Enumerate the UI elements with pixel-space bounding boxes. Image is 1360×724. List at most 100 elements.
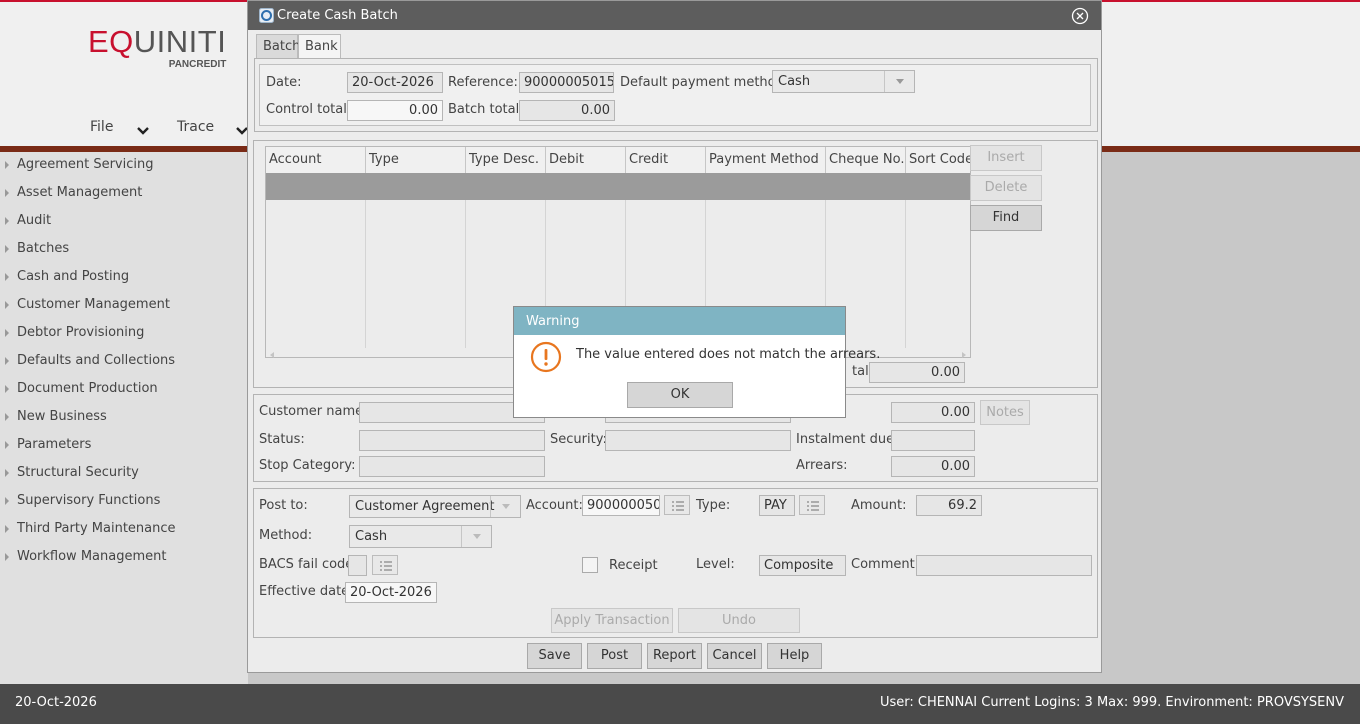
- method-select[interactable]: Cash: [349, 525, 492, 548]
- caret-right-icon: [5, 245, 9, 253]
- scroll-right-icon[interactable]: [960, 351, 968, 359]
- sidebar-item-supervisory-functions[interactable]: Supervisory Functions: [0, 488, 248, 516]
- batch-total-field: 0.00: [519, 100, 615, 121]
- default-payment-method-select[interactable]: Cash: [772, 70, 915, 93]
- report-button[interactable]: Report: [647, 643, 702, 669]
- chevron-down-icon[interactable]: [136, 122, 150, 140]
- type-field[interactable]: PAY: [759, 495, 795, 516]
- help-button[interactable]: Help: [767, 643, 822, 669]
- insert-button[interactable]: Insert: [970, 145, 1042, 171]
- arrears-field: 0.00: [891, 456, 975, 477]
- post-to-select[interactable]: Customer Agreement: [349, 495, 521, 518]
- sidebar-item-cash-and-posting[interactable]: Cash and Posting: [0, 264, 248, 292]
- save-button[interactable]: Save: [527, 643, 582, 669]
- receipt-checkbox[interactable]: [582, 557, 598, 573]
- dialog-titlebar[interactable]: Create Cash Batch: [248, 1, 1101, 30]
- notes-button[interactable]: Notes: [980, 400, 1030, 425]
- column-header-type[interactable]: Type: [366, 147, 466, 173]
- bacs-lookup-button[interactable]: [372, 555, 398, 575]
- ok-button[interactable]: OK: [627, 382, 733, 408]
- sidebar-item-label: Cash and Posting: [17, 269, 130, 284]
- bacs-fail-code-field[interactable]: [348, 555, 367, 576]
- stop-category-field: [359, 456, 545, 477]
- grid-column-divider: [465, 200, 466, 348]
- chevron-down-icon[interactable]: [884, 71, 914, 92]
- sidebar-item-label: Audit: [17, 213, 52, 228]
- undo-button[interactable]: Undo: [678, 608, 800, 633]
- delete-button[interactable]: Delete: [970, 175, 1042, 201]
- stop-category-label: Stop Category:: [259, 458, 356, 473]
- sidebar-item-workflow-management[interactable]: Workflow Management: [0, 544, 248, 572]
- tab-batch[interactable]: Batch: [256, 34, 300, 59]
- column-header-type-desc[interactable]: Type Desc.: [466, 147, 546, 173]
- caret-right-icon: [5, 217, 9, 225]
- sidebar-item-batches[interactable]: Batches: [0, 236, 248, 264]
- sidebar-item-document-production[interactable]: Document Production: [0, 376, 248, 404]
- sidebar-item-label: Workflow Management: [17, 549, 167, 564]
- warning-dialog: Warning The value entered does not match…: [513, 306, 880, 418]
- chevron-down-icon[interactable]: [461, 526, 491, 547]
- brand-logo: EQUINITI PANCREDIT: [88, 26, 226, 71]
- caret-right-icon: [5, 189, 9, 197]
- column-header-payment-method[interactable]: Payment Method: [706, 147, 826, 173]
- sidebar-item-label: Document Production: [17, 381, 158, 396]
- column-header-sort-code[interactable]: Sort Code: [906, 147, 970, 173]
- sidebar-item-structural-security[interactable]: Structural Security: [0, 460, 248, 488]
- column-header-credit[interactable]: Credit: [626, 147, 706, 173]
- security-field: [605, 430, 791, 451]
- batch-panel: Date: 20-Oct-2026 Reference: 90000005015…: [254, 58, 1098, 132]
- close-icon[interactable]: [1071, 7, 1089, 25]
- post-to-label: Post to:: [259, 498, 308, 513]
- column-header-cheque-no[interactable]: Cheque No.: [826, 147, 906, 173]
- cancel-button[interactable]: Cancel: [707, 643, 762, 669]
- account-lookup-button[interactable]: [664, 495, 690, 515]
- level-label: Level:: [696, 557, 735, 572]
- caret-right-icon: [5, 385, 9, 393]
- menu-file[interactable]: File: [90, 119, 113, 135]
- level-field[interactable]: Composite: [759, 555, 846, 576]
- list-icon: [672, 501, 684, 511]
- sidebar-item-customer-management[interactable]: Customer Management: [0, 292, 248, 320]
- sidebar-item-label: Defaults and Collections: [17, 353, 176, 368]
- comment-field[interactable]: [916, 555, 1092, 576]
- sidebar-item-debtor-provisioning[interactable]: Debtor Provisioning: [0, 320, 248, 348]
- customer-balance-field: 0.00: [891, 402, 975, 423]
- caret-right-icon: [5, 469, 9, 477]
- grid-column-divider: [365, 200, 366, 348]
- apply-transaction-button[interactable]: Apply Transaction: [551, 608, 673, 633]
- amount-label: Amount:: [851, 498, 907, 513]
- status-bar: 20-Oct-2026 User: CHENNAI Current Logins…: [0, 684, 1360, 724]
- sidebar-item-agreement-servicing[interactable]: Agreement Servicing: [0, 152, 248, 180]
- date-label: Date:: [266, 75, 302, 90]
- sidebar-item-new-business[interactable]: New Business: [0, 404, 248, 432]
- type-label: Type:: [696, 498, 731, 513]
- bacs-fail-code-label: BACS fail code:: [259, 557, 358, 572]
- selected-grid-row[interactable]: [266, 173, 970, 200]
- instalment-due-label: Instalment due:: [796, 432, 899, 447]
- method-value: Cash: [355, 529, 388, 544]
- sidebar-item-audit[interactable]: Audit: [0, 208, 248, 236]
- column-header-debit[interactable]: Debit: [546, 147, 626, 173]
- account-field[interactable]: 9000000501: [582, 495, 660, 516]
- control-total-label: Control total:: [266, 102, 352, 117]
- sidebar-item-third-party-maintenance[interactable]: Third Party Maintenance: [0, 516, 248, 544]
- effective-date-field[interactable]: 20-Oct-2026: [345, 582, 437, 603]
- sidebar-item-asset-management[interactable]: Asset Management: [0, 180, 248, 208]
- chevron-down-icon[interactable]: [490, 496, 520, 517]
- tab-bank[interactable]: Bank: [298, 34, 341, 59]
- scroll-left-icon[interactable]: [268, 351, 276, 359]
- sidebar-item-label: Parameters: [17, 437, 92, 452]
- date-field[interactable]: 20-Oct-2026: [347, 72, 443, 93]
- sidebar-item-defaults-and-collections[interactable]: Defaults and Collections: [0, 348, 248, 376]
- sidebar-item-parameters[interactable]: Parameters: [0, 432, 248, 460]
- post-button[interactable]: Post: [587, 643, 642, 669]
- caret-right-icon: [5, 441, 9, 449]
- type-lookup-button[interactable]: [799, 495, 825, 515]
- menu-trace[interactable]: Trace: [177, 119, 214, 135]
- control-total-field[interactable]: 0.00: [347, 100, 443, 121]
- grid-column-divider: [905, 200, 906, 348]
- column-header-account[interactable]: Account: [266, 147, 366, 173]
- find-button[interactable]: Find: [970, 205, 1042, 231]
- amount-field[interactable]: 69.2: [916, 495, 982, 516]
- reference-field[interactable]: 900000050150: [519, 72, 614, 93]
